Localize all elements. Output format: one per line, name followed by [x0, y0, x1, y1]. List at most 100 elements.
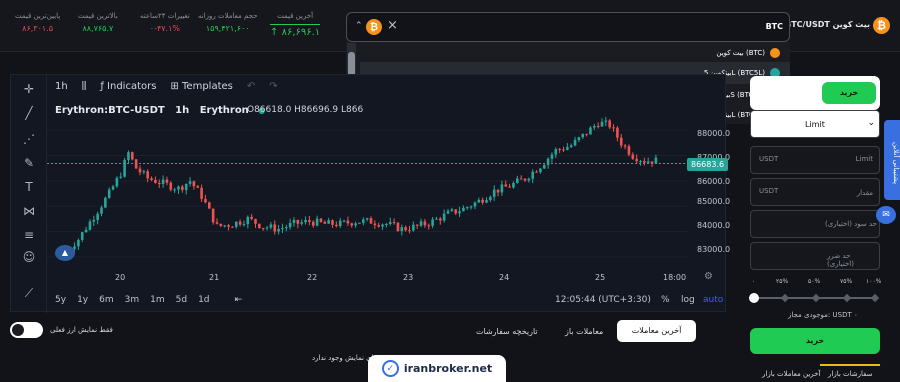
candle-body: [288, 222, 292, 228]
candle-body: [431, 219, 434, 226]
x-tick: 22: [307, 273, 318, 282]
candle-body: [604, 120, 608, 122]
candle-body: [473, 202, 477, 207]
range-1y[interactable]: 1y: [77, 295, 88, 305]
candle-body: [643, 160, 646, 163]
tab-market-orders[interactable]: سفارشات بازار: [828, 370, 873, 378]
candle-body: [362, 219, 365, 223]
candle-body: [327, 220, 330, 224]
trendline-icon[interactable]: ╱: [21, 105, 37, 121]
candle-body: [400, 227, 404, 232]
tab-last-orders[interactable]: آخرین معاملات: [617, 320, 696, 342]
candle-body: [238, 221, 242, 225]
candle-body: [250, 216, 253, 220]
x-tick: 21: [209, 273, 220, 282]
candle-body: [442, 213, 446, 221]
chat-icon[interactable]: ✉: [876, 206, 896, 224]
x-tick: 18:00: [663, 273, 687, 282]
candle-body: [242, 224, 246, 226]
order-type-select[interactable]: Limit ⌄: [750, 110, 880, 138]
measure-icon[interactable]: ≡: [21, 227, 37, 243]
current-coin-toggle[interactable]: [10, 322, 43, 338]
candle-body: [631, 154, 635, 159]
settings-icon[interactable]: ⚙: [704, 271, 713, 282]
clear-icon[interactable]: ×: [387, 18, 398, 33]
x-tick: 24: [499, 273, 510, 282]
price-field[interactable]: USDT Limit: [750, 146, 880, 174]
candle-body: [211, 208, 215, 223]
tab-order-history[interactable]: تاریخچه سفارشات: [476, 327, 538, 336]
candle-body: [100, 207, 103, 214]
result-btc[interactable]: بیت کوین (BTC): [360, 42, 790, 64]
stop-loss-field[interactable]: حد ضرر (اختیاری): [750, 242, 880, 270]
active-tab-indicator: [820, 364, 880, 366]
candle-body: [496, 189, 500, 193]
candle-body: [107, 189, 111, 198]
candle-body: [527, 178, 531, 181]
range-5y[interactable]: 5y: [55, 295, 66, 305]
candle-body: [188, 181, 192, 184]
pattern-icon[interactable]: ⋈: [21, 203, 37, 219]
candle-body: [639, 160, 642, 162]
take-profit-field[interactable]: حد سود (اختیاری): [750, 210, 880, 238]
range-5d[interactable]: 5d: [176, 295, 187, 305]
range-3m[interactable]: 3m: [125, 295, 140, 305]
slider-tick: [811, 293, 821, 303]
stat-last-price: آخرین قیمت ↑ ۸۶,۶۹۶.۱: [270, 12, 321, 38]
candlestick-plot[interactable]: [47, 75, 727, 313]
candle-body: [512, 182, 515, 188]
ruler-icon[interactable]: ⟋: [21, 285, 37, 301]
auto-toggle[interactable]: auto: [703, 295, 723, 305]
range-1m[interactable]: 1m: [150, 295, 165, 305]
candle-body: [454, 209, 457, 214]
crosshair-icon[interactable]: ✛: [21, 81, 37, 97]
chevron-down-icon: ⌄: [867, 118, 875, 128]
goto-date-icon[interactable]: ⇤: [235, 295, 243, 305]
fib-icon[interactable]: ⋰: [21, 131, 37, 147]
online-support-tab[interactable]: پشتیبانی آنلاین: [884, 120, 900, 200]
candle-body: [184, 183, 188, 190]
candle-body: [504, 184, 508, 187]
current-price-label: 86683.6: [687, 157, 729, 171]
stat-low: پایین‌ترین قیمت ۸۶,۳۰۱.۵: [15, 12, 60, 33]
candle-body: [80, 232, 84, 240]
brush-icon[interactable]: ✎: [21, 155, 37, 171]
candle-body: [623, 145, 627, 147]
percent-toggle[interactable]: %: [661, 295, 670, 305]
text-icon[interactable]: T: [21, 179, 37, 195]
range-6m[interactable]: 6m: [99, 295, 114, 305]
percent-50: ۵۰%: [808, 278, 821, 285]
price-label: Limit: [855, 155, 873, 163]
symbol-search[interactable]: ⌃ ₿ × BTC: [346, 12, 790, 42]
candle-body: [381, 224, 384, 227]
candle-body: [435, 218, 438, 220]
candle-body: [608, 120, 611, 128]
tab-last-trades[interactable]: آخرین معاملات بازار: [762, 370, 820, 378]
bitcoin-icon: [770, 48, 780, 58]
slider-handle[interactable]: [749, 293, 759, 303]
bitcoin-icon: ₿: [873, 17, 890, 34]
candle-body: [469, 206, 473, 208]
candle-body: [593, 126, 596, 128]
amount-field[interactable]: USDT مقدار: [750, 178, 880, 206]
range-1d[interactable]: 1d: [198, 295, 209, 305]
search-input[interactable]: BTC: [766, 22, 783, 31]
candle-body: [165, 179, 169, 183]
candle-body: [566, 146, 569, 150]
candle-body: [292, 219, 296, 223]
candle-body: [311, 221, 315, 226]
percent-labels: ۰ ۲۵% ۵۰% ۷۵% ۱۰۰%: [750, 278, 881, 290]
buy-tab[interactable]: خرید: [822, 82, 876, 104]
candle-body: [258, 223, 261, 228]
candle-body: [508, 186, 511, 188]
candle-body: [439, 218, 442, 221]
submit-buy-button[interactable]: خرید: [750, 328, 880, 354]
emoji-icon[interactable]: ☺: [21, 249, 37, 265]
candle-body: [296, 219, 300, 224]
candle-body: [319, 218, 323, 222]
tab-open-orders[interactable]: معاملات باز: [565, 327, 603, 336]
log-toggle[interactable]: log: [681, 295, 695, 305]
chevron-up-icon[interactable]: ⌃: [355, 21, 363, 31]
toggle-knob: [12, 324, 24, 336]
bitcoin-icon: ₿: [366, 19, 382, 35]
